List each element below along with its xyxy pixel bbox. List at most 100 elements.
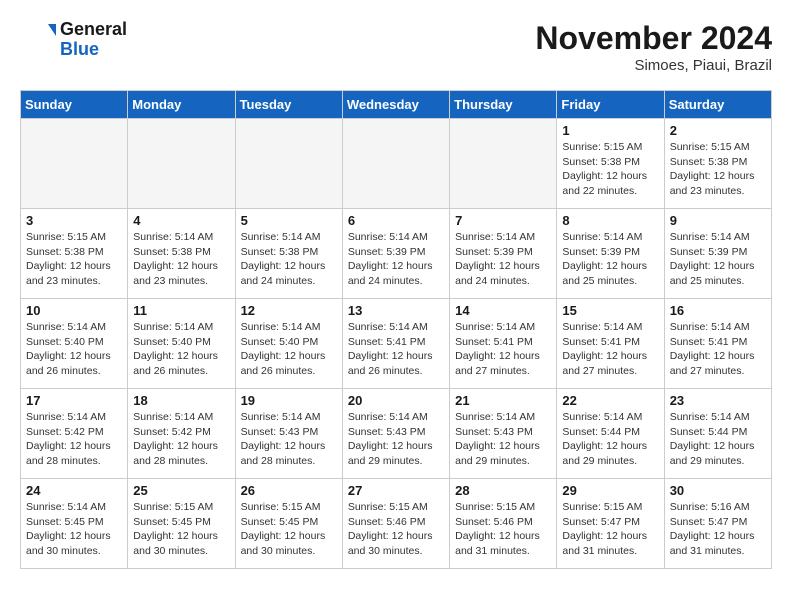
day-info: Sunrise: 5:14 AMSunset: 5:40 PMDaylight:…: [241, 320, 337, 379]
day-number: 12: [241, 303, 337, 318]
day-info: Sunrise: 5:14 AMSunset: 5:40 PMDaylight:…: [133, 320, 229, 379]
day-info: Sunrise: 5:14 AMSunset: 5:42 PMDaylight:…: [133, 410, 229, 469]
weekday-header-wednesday: Wednesday: [342, 91, 449, 119]
day-info: Sunrise: 5:14 AMSunset: 5:41 PMDaylight:…: [455, 320, 551, 379]
day-number: 1: [562, 123, 658, 138]
location-subtitle: Simoes, Piaui, Brazil: [535, 57, 772, 74]
week-row-3: 10 Sunrise: 5:14 AMSunset: 5:40 PMDayligh…: [21, 299, 772, 389]
calendar-cell: [342, 119, 449, 209]
weekday-header-monday: Monday: [128, 91, 235, 119]
calendar-cell: 1 Sunrise: 5:15 AMSunset: 5:38 PMDaylight…: [557, 119, 664, 209]
day-info: Sunrise: 5:16 AMSunset: 5:47 PMDaylight:…: [670, 500, 766, 559]
weekday-header-sunday: Sunday: [21, 91, 128, 119]
calendar-cell: 11 Sunrise: 5:14 AMSunset: 5:40 PMDayligh…: [128, 299, 235, 389]
day-info: Sunrise: 5:14 AMSunset: 5:39 PMDaylight:…: [562, 230, 658, 289]
day-info: Sunrise: 5:14 AMSunset: 5:43 PMDaylight:…: [455, 410, 551, 469]
calendar-cell: 29Sunrise: 5:15 AMSunset: 5:47 PMDayligh…: [557, 479, 664, 569]
calendar-cell: 16 Sunrise: 5:14 AMSunset: 5:41 PMDayligh…: [664, 299, 771, 389]
day-number: 29: [562, 483, 658, 498]
week-row-4: 17 Sunrise: 5:14 AMSunset: 5:42 PMDayligh…: [21, 389, 772, 479]
logo-blue: Blue: [60, 40, 127, 60]
day-number: 16: [670, 303, 766, 318]
calendar-cell: 26Sunrise: 5:15 AMSunset: 5:45 PMDayligh…: [235, 479, 342, 569]
day-number: 11: [133, 303, 229, 318]
day-info: Sunrise: 5:14 AMSunset: 5:43 PMDaylight:…: [348, 410, 444, 469]
day-info: Sunrise: 5:14 AMSunset: 5:38 PMDaylight:…: [241, 230, 337, 289]
day-number: 8: [562, 213, 658, 228]
calendar-cell: 27 Sunrise: 5:15 AMSunset: 5:46 PMDayligh…: [342, 479, 449, 569]
calendar-cell: [21, 119, 128, 209]
weekday-header-thursday: Thursday: [450, 91, 557, 119]
day-info: Sunrise: 5:14 AMSunset: 5:41 PMDaylight:…: [348, 320, 444, 379]
calendar-cell: 14 Sunrise: 5:14 AMSunset: 5:41 PMDayligh…: [450, 299, 557, 389]
day-info: Sunrise: 5:15 AMSunset: 5:45 PMDaylight:…: [241, 500, 337, 559]
day-number: 22: [562, 393, 658, 408]
day-info: Sunrise: 5:15 AMSunset: 5:46 PMDaylight:…: [455, 500, 551, 559]
calendar-cell: 9 Sunrise: 5:14 AMSunset: 5:39 PMDaylight…: [664, 209, 771, 299]
calendar-cell: 8 Sunrise: 5:14 AMSunset: 5:39 PMDaylight…: [557, 209, 664, 299]
day-number: 25: [133, 483, 229, 498]
day-number: 27: [348, 483, 444, 498]
logo: General Blue: [20, 20, 127, 60]
week-row-1: 1 Sunrise: 5:15 AMSunset: 5:38 PMDaylight…: [21, 119, 772, 209]
week-row-2: 3 Sunrise: 5:15 AMSunset: 5:38 PMDaylight…: [21, 209, 772, 299]
day-info: Sunrise: 5:14 AMSunset: 5:44 PMDaylight:…: [670, 410, 766, 469]
calendar-cell: 7Sunrise: 5:14 AMSunset: 5:39 PMDaylight…: [450, 209, 557, 299]
calendar-cell: 23 Sunrise: 5:14 AMSunset: 5:44 PMDayligh…: [664, 389, 771, 479]
title-block: November 2024 Simoes, Piaui, Brazil: [535, 20, 772, 74]
day-number: 24: [26, 483, 122, 498]
day-number: 19: [241, 393, 337, 408]
day-number: 10: [26, 303, 122, 318]
weekday-header-row: SundayMondayTuesdayWednesdayThursdayFrid…: [21, 91, 772, 119]
logo-svg: [20, 22, 56, 58]
calendar-cell: 13 Sunrise: 5:14 AMSunset: 5:41 PMDayligh…: [342, 299, 449, 389]
calendar-cell: 17Sunrise: 5:14 AMSunset: 5:42 PMDayligh…: [21, 389, 128, 479]
day-info: Sunrise: 5:15 AMSunset: 5:46 PMDaylight:…: [348, 500, 444, 559]
day-number: 18: [133, 393, 229, 408]
day-info: Sunrise: 5:14 AMSunset: 5:41 PMDaylight:…: [562, 320, 658, 379]
day-info: Sunrise: 5:15 AMSunset: 5:38 PMDaylight:…: [26, 230, 122, 289]
day-number: 4: [133, 213, 229, 228]
calendar-cell: 22 Sunrise: 5:14 AMSunset: 5:44 PMDayligh…: [557, 389, 664, 479]
calendar-cell: 5 Sunrise: 5:14 AMSunset: 5:38 PMDaylight…: [235, 209, 342, 299]
calendar-cell: [450, 119, 557, 209]
weekday-header-friday: Friday: [557, 91, 664, 119]
day-info: Sunrise: 5:15 AMSunset: 5:38 PMDaylight:…: [562, 140, 658, 199]
day-number: 14: [455, 303, 551, 318]
calendar-cell: 20Sunrise: 5:14 AMSunset: 5:43 PMDayligh…: [342, 389, 449, 479]
calendar-cell: 3 Sunrise: 5:15 AMSunset: 5:38 PMDaylight…: [21, 209, 128, 299]
calendar-cell: [235, 119, 342, 209]
calendar-cell: 24Sunrise: 5:14 AMSunset: 5:45 PMDayligh…: [21, 479, 128, 569]
month-title: November 2024: [535, 20, 772, 57]
day-number: 13: [348, 303, 444, 318]
calendar-cell: 4 Sunrise: 5:14 AMSunset: 5:38 PMDaylight…: [128, 209, 235, 299]
day-number: 28: [455, 483, 551, 498]
calendar-cell: 30 Sunrise: 5:16 AMSunset: 5:47 PMDayligh…: [664, 479, 771, 569]
calendar-cell: 25Sunrise: 5:15 AMSunset: 5:45 PMDayligh…: [128, 479, 235, 569]
weekday-header-saturday: Saturday: [664, 91, 771, 119]
day-info: Sunrise: 5:14 AMSunset: 5:44 PMDaylight:…: [562, 410, 658, 469]
day-info: Sunrise: 5:14 AMSunset: 5:38 PMDaylight:…: [133, 230, 229, 289]
day-number: 30: [670, 483, 766, 498]
day-info: Sunrise: 5:14 AMSunset: 5:41 PMDaylight:…: [670, 320, 766, 379]
logo-container: General Blue: [20, 20, 127, 60]
day-number: 3: [26, 213, 122, 228]
day-number: 2: [670, 123, 766, 138]
calendar-cell: 21Sunrise: 5:14 AMSunset: 5:43 PMDayligh…: [450, 389, 557, 479]
logo-text-block: General Blue: [60, 20, 127, 60]
day-number: 5: [241, 213, 337, 228]
day-number: 23: [670, 393, 766, 408]
calendar-cell: 12 Sunrise: 5:14 AMSunset: 5:40 PMDayligh…: [235, 299, 342, 389]
calendar-cell: 2Sunrise: 5:15 AMSunset: 5:38 PMDaylight…: [664, 119, 771, 209]
day-info: Sunrise: 5:14 AMSunset: 5:40 PMDaylight:…: [26, 320, 122, 379]
day-info: Sunrise: 5:14 AMSunset: 5:39 PMDaylight:…: [455, 230, 551, 289]
calendar-cell: 28 Sunrise: 5:15 AMSunset: 5:46 PMDayligh…: [450, 479, 557, 569]
page-header: General Blue November 2024 Simoes, Piaui…: [20, 20, 772, 74]
logo-icon-container: [20, 22, 56, 58]
calendar-cell: 10 Sunrise: 5:14 AMSunset: 5:40 PMDayligh…: [21, 299, 128, 389]
calendar-cell: 19Sunrise: 5:14 AMSunset: 5:43 PMDayligh…: [235, 389, 342, 479]
day-info: Sunrise: 5:14 AMSunset: 5:39 PMDaylight:…: [348, 230, 444, 289]
day-number: 9: [670, 213, 766, 228]
day-number: 17: [26, 393, 122, 408]
day-info: Sunrise: 5:14 AMSunset: 5:39 PMDaylight:…: [670, 230, 766, 289]
